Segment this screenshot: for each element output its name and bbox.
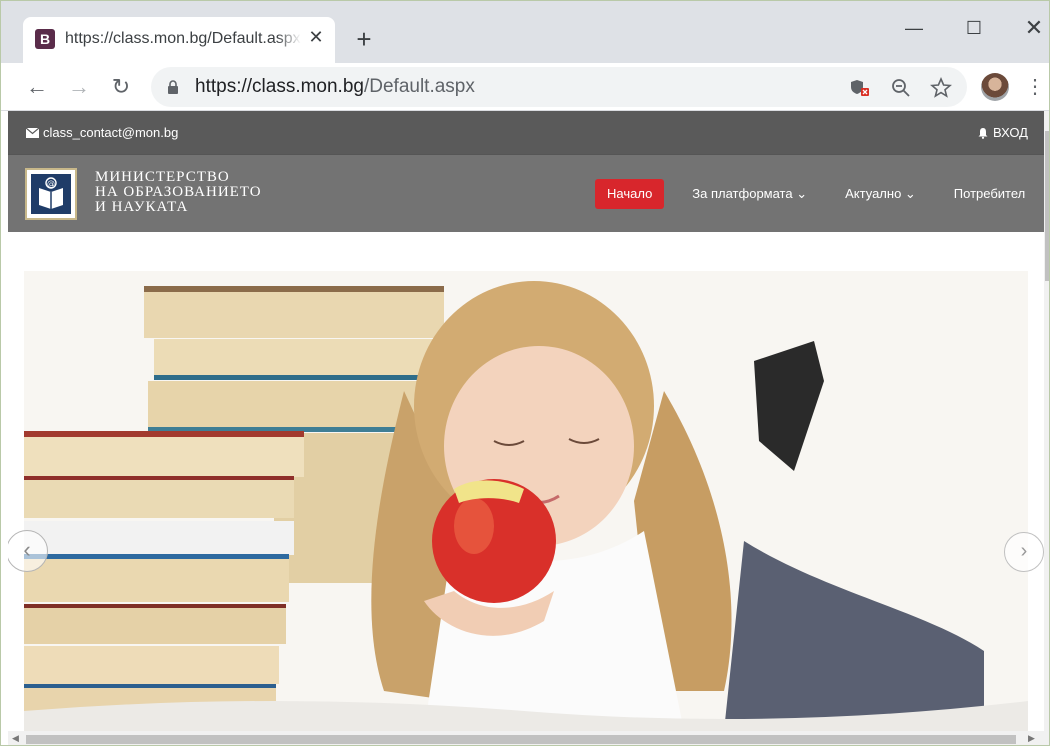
tab-title: https://class.mon.bg/Default.aspx	[65, 30, 301, 48]
contact-email-link[interactable]: class_contact@mon.bg	[26, 125, 178, 140]
back-arrow-icon[interactable]: ←	[23, 73, 51, 101]
browser-window: B https://class.mon.bg/Default.aspx ✕ + …	[0, 0, 1050, 746]
star-icon[interactable]	[929, 76, 953, 100]
url-path: /Default.aspx	[363, 76, 475, 97]
maximize-window-button[interactable]: ☐	[959, 15, 989, 41]
apple	[432, 479, 556, 603]
logo-emblem: @	[31, 174, 71, 214]
reload-icon[interactable]: ↻	[107, 73, 135, 101]
horizontal-scrollbar-thumb[interactable]	[26, 735, 1016, 744]
book-stack-front	[24, 431, 304, 731]
url-host: https://class.mon.bg	[195, 76, 364, 97]
org-name-line-2: НА ОБРАЗОВАНИЕТО	[95, 184, 262, 200]
envelope-icon	[26, 127, 39, 138]
org-name-line-1: МИНИСТЕРСТВО	[95, 169, 230, 185]
site-topbar: class_contact@mon.bg ВХОД	[8, 111, 1044, 154]
close-tab-icon[interactable]: ✕	[305, 26, 327, 48]
minimize-window-button[interactable]: —	[899, 15, 929, 41]
hero-carousel-image	[24, 271, 1028, 731]
shield-blocked-icon[interactable]	[849, 76, 873, 100]
contact-email: class_contact@mon.bg	[43, 125, 179, 140]
close-window-button[interactable]: ✕	[1019, 15, 1049, 41]
nav-home[interactable]: Начало	[595, 179, 665, 209]
lock-icon	[168, 80, 178, 94]
page-viewport: class_contact@mon.bg ВХОД @ МИНИСТЕРСТВО…	[8, 111, 1044, 731]
forward-arrow-icon[interactable]: →	[65, 73, 93, 101]
horizontal-scrollbar[interactable]: ◀ ▶	[8, 731, 1049, 745]
ministry-logo[interactable]: @	[25, 168, 77, 220]
tab-strip: B https://class.mon.bg/Default.aspx ✕ + …	[1, 1, 1049, 63]
carousel-prev-button[interactable]: ‹	[8, 530, 48, 572]
bell-icon	[978, 127, 988, 139]
book-at-icon: @	[39, 177, 63, 209]
svg-text:@: @	[47, 179, 55, 188]
profile-avatar[interactable]	[981, 73, 1009, 101]
scroll-left-arrow-icon[interactable]: ◀	[12, 733, 19, 744]
login-label: ВХОД	[993, 125, 1028, 140]
nav-about-platform[interactable]: За платформата ⌄	[680, 179, 819, 209]
organization-name: МИНИСТЕРСТВО НА ОБРАЗОВАНИЕТО И НАУКАТА	[95, 170, 262, 215]
org-name-line-3: И НАУКАТА	[95, 199, 189, 215]
site-favicon-icon: B	[35, 29, 55, 49]
zoom-out-icon[interactable]	[889, 76, 913, 100]
login-link[interactable]: ВХОД	[977, 125, 1028, 140]
url-text[interactable]: https://class.mon.bg/Default.aspx	[195, 76, 475, 98]
hero-illustration	[24, 271, 1028, 731]
scroll-right-arrow-icon[interactable]: ▶	[1028, 733, 1035, 744]
site-header: @ МИНИСТЕРСТВО НА ОБРАЗОВАНИЕТО И НАУКАТ…	[8, 154, 1044, 232]
new-tab-button[interactable]: +	[351, 26, 377, 53]
nav-news[interactable]: Актуално ⌄	[833, 179, 928, 209]
nav-user[interactable]: Потребител	[942, 179, 1037, 209]
browser-tab[interactable]: B https://class.mon.bg/Default.aspx ✕	[23, 17, 335, 63]
main-navigation: Начало За платформата ⌄ Актуално ⌄ Потре…	[595, 179, 1037, 209]
browser-menu-icon[interactable]: ⋮	[1025, 75, 1045, 99]
browser-toolbar: ← → ↻ https://class.mon.bg/Default.aspx …	[1, 63, 1049, 111]
vertical-scrollbar-thumb[interactable]	[1045, 131, 1049, 281]
vertical-scrollbar[interactable]	[1044, 111, 1049, 731]
carousel-next-button[interactable]: ›	[1004, 532, 1044, 572]
